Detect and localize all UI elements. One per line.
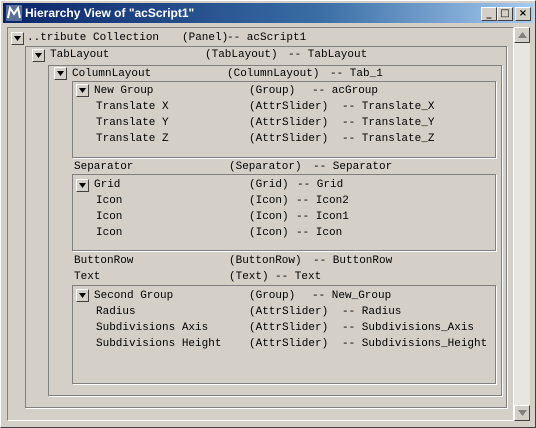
node-type: (Icon) xyxy=(249,227,289,239)
node-name: Translate Z xyxy=(96,133,169,145)
collapse-arrow-icon[interactable] xyxy=(76,179,89,192)
node-name: Second Group xyxy=(94,290,174,302)
node-name: Grid xyxy=(94,179,121,191)
maya-app-icon xyxy=(6,5,22,21)
node-ref: -- Tab_1 xyxy=(330,68,383,80)
node-name: Icon xyxy=(96,211,123,223)
node-ref: -- Translate_X xyxy=(342,101,435,113)
node-type: (TabLayout) xyxy=(205,49,278,61)
node-type: (AttrSlider) xyxy=(249,306,329,318)
node-name: Translate X xyxy=(96,101,169,113)
node-ref: -- TabLayout xyxy=(288,49,368,61)
maximize-button[interactable]: □ xyxy=(497,7,513,21)
node-ref: -- Radius xyxy=(342,306,402,318)
node-type: (AttrSlider) xyxy=(249,117,329,129)
scroll-down-button[interactable] xyxy=(514,405,530,421)
collapse-arrow-icon[interactable] xyxy=(32,49,45,62)
node-ref: -- acGroup xyxy=(312,85,379,97)
down-arrow-icon xyxy=(518,410,527,416)
collapse-arrow-icon[interactable] xyxy=(11,32,24,45)
node-type: (Separator) xyxy=(229,161,302,173)
hierarchy-tree-panel: ..tribute Collection (Panel) -- acScript… xyxy=(7,27,514,421)
node-type: (Group) xyxy=(249,85,296,97)
node-type: (Group) xyxy=(249,290,296,302)
up-arrow-icon xyxy=(518,32,527,38)
collapse-arrow-icon[interactable] xyxy=(54,67,67,80)
node-ref: -- acScript1 xyxy=(227,32,307,44)
node-ref: -- Translate_Y xyxy=(342,117,435,129)
tree-node-subdivisions-height[interactable]: Subdivisions Height (AttrSlider) -- Subd… xyxy=(96,338,487,403)
node-ref: -- Icon xyxy=(296,227,343,239)
node-ref: -- Subdivisions_Axis xyxy=(342,322,475,334)
node-ref: -- Separator xyxy=(313,161,393,173)
collapse-arrow-icon[interactable] xyxy=(76,84,89,97)
node-name: Subdivisions Axis xyxy=(96,322,209,334)
node-ref: -- Text xyxy=(275,271,322,283)
node-ref: -- Icon1 xyxy=(296,211,349,223)
node-type: (AttrSlider) xyxy=(249,338,329,350)
node-type: (Icon) xyxy=(249,195,289,207)
node-name: ButtonRow xyxy=(74,255,134,267)
node-name: Icon xyxy=(96,195,123,207)
node-name: ColumnLayout xyxy=(72,68,152,80)
window-title: Hierarchy View of "acScript1" xyxy=(25,6,195,20)
hierarchy-window: Hierarchy View of "acScript1" _ □ × ..tr… xyxy=(0,0,536,428)
node-name: Subdivisions Height xyxy=(96,338,222,350)
node-ref: -- Icon2 xyxy=(296,195,349,207)
node-type: (Text) xyxy=(229,271,269,283)
node-type: (ColumnLayout) xyxy=(227,68,320,80)
node-name: Radius xyxy=(96,306,136,318)
node-type: (Panel) xyxy=(182,32,229,44)
node-type: (ButtonRow) xyxy=(229,255,302,267)
node-name: TabLayout xyxy=(50,49,110,61)
node-type: (Icon) xyxy=(249,211,289,223)
node-name: Text xyxy=(74,271,101,283)
collapse-arrow-icon[interactable] xyxy=(76,289,89,302)
node-ref: -- ButtonRow xyxy=(313,255,393,267)
node-ref: -- Translate_Z xyxy=(342,133,435,145)
node-type: (AttrSlider) xyxy=(249,101,329,113)
node-name: Translate Y xyxy=(96,117,169,129)
vertical-scrollbar[interactable] xyxy=(514,27,530,421)
node-type: (Grid) xyxy=(249,179,289,191)
node-ref: -- Grid xyxy=(297,179,344,191)
node-ref: -- Subdivisions_Height xyxy=(342,338,488,350)
node-ref: -- New_Group xyxy=(312,290,392,302)
scroll-up-button[interactable] xyxy=(514,27,530,43)
node-type: (AttrSlider) xyxy=(249,322,329,334)
title-bar[interactable]: Hierarchy View of "acScript1" _ □ × xyxy=(3,3,533,23)
node-name: Icon xyxy=(96,227,123,239)
close-button[interactable]: × xyxy=(515,7,531,21)
node-name: New Group xyxy=(94,85,154,97)
node-type: (AttrSlider) xyxy=(249,133,329,145)
minimize-button[interactable]: _ xyxy=(481,7,497,21)
node-name: ..tribute Collection xyxy=(27,32,160,44)
node-name: Separator xyxy=(74,161,134,173)
